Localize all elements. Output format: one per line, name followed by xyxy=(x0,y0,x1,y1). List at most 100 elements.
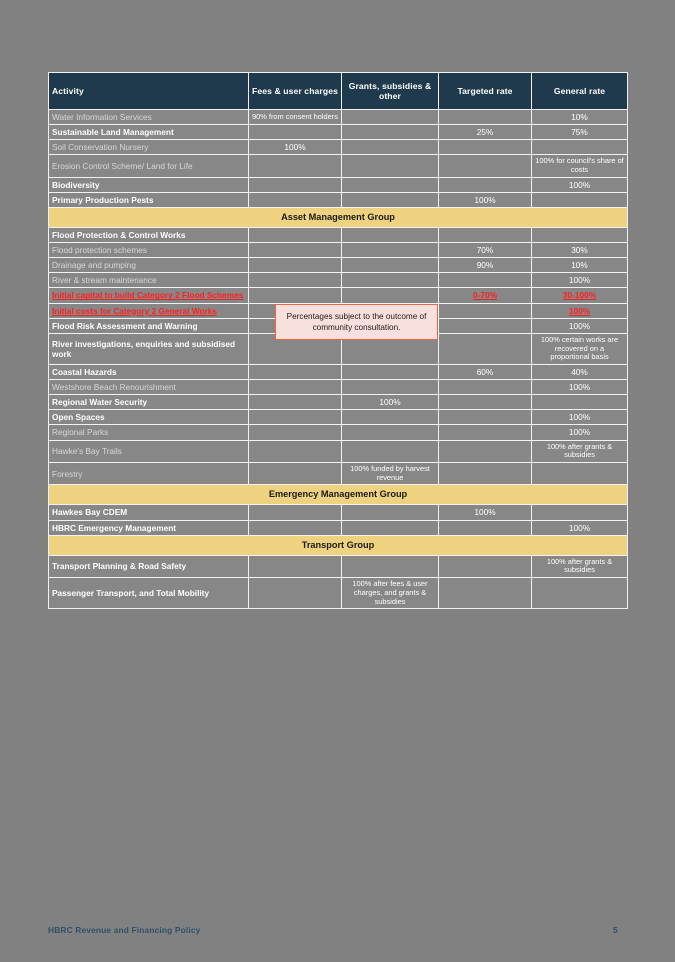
cell-targeted-rate xyxy=(438,154,532,178)
cell-activity: Transport Planning & Road Safety xyxy=(48,554,249,579)
table-row: Primary Production Pests 100% xyxy=(48,191,628,209)
cell-general-rate: 100% xyxy=(531,302,628,319)
cell-general-rate: 100% certain works are recovered on a pr… xyxy=(531,332,628,365)
cell-grants-subsidies xyxy=(341,363,439,381)
cell-grants-subsidies xyxy=(341,176,439,193)
cell-fees-user-charges xyxy=(248,363,342,381)
cell-targeted-rate: 60% xyxy=(438,363,532,381)
column-header-grants-subsidies: Grants, subsidies & other xyxy=(341,72,439,110)
cell-grants-subsidies xyxy=(341,554,439,579)
column-header-targeted-rate: Targeted rate xyxy=(438,72,532,110)
cell-grants-subsidies xyxy=(341,424,439,441)
cell-fees-user-charges xyxy=(248,287,342,304)
table-row: Coastal Hazards 60% 40% xyxy=(48,363,628,381)
consultation-callout-text: Percentages subject to the outcome of co… xyxy=(286,312,427,333)
cell-general-rate: 40% xyxy=(531,363,628,381)
cell-targeted-rate xyxy=(438,332,532,365)
cell-general-rate: 100% xyxy=(531,424,628,441)
cell-general-rate: 100% xyxy=(531,519,628,536)
cell-activity: Coastal Hazards xyxy=(48,363,249,381)
cell-activity: Open Spaces xyxy=(48,409,249,426)
cell-activity: Flood protection schemes xyxy=(48,242,249,259)
page-footer: HBRC Revenue and Financing Policy 5 xyxy=(0,925,675,947)
cell-grants-subsidies xyxy=(341,191,439,209)
cell-grants-subsidies xyxy=(341,154,439,178)
cell-general-rate xyxy=(531,461,628,486)
cell-activity: Forestry xyxy=(48,461,249,486)
cell-activity: Flood Protection & Control Works xyxy=(48,227,249,244)
cell-fees-user-charges xyxy=(248,504,342,521)
cell-general-rate: 100% xyxy=(531,272,628,289)
cell-targeted-rate xyxy=(438,227,532,244)
cell-fees-user-charges xyxy=(248,424,342,441)
cell-fees-user-charges xyxy=(248,554,342,579)
cell-targeted-rate: 100% xyxy=(438,504,532,521)
cell-targeted-rate xyxy=(438,424,532,441)
cell-activity: Hawkes Bay CDEM xyxy=(48,504,249,521)
cell-grants-subsidies xyxy=(341,139,439,156)
cell-activity: Soil Conservation Nursery xyxy=(48,139,249,156)
cell-activity: Regional Parks xyxy=(48,424,249,441)
group-title: Asset Management Group xyxy=(48,207,628,229)
cell-grants-subsidies xyxy=(341,287,439,304)
table-body: Water Information Services 90% from conse… xyxy=(48,108,628,610)
cell-fees-user-charges xyxy=(248,519,342,536)
cell-general-rate: 10% xyxy=(531,257,628,274)
table-group-row: Emergency Management Group xyxy=(48,484,628,506)
table-row: Regional Parks 100% xyxy=(48,424,628,441)
group-title: Transport Group xyxy=(48,534,628,556)
cell-general-rate: 100% xyxy=(531,379,628,396)
cell-general-rate: 100% after grants & subsidies xyxy=(531,554,628,579)
table-row: River & stream maintenance 100% xyxy=(48,272,628,289)
cell-targeted-rate xyxy=(438,519,532,536)
table-row: Biodiversity 100% xyxy=(48,176,628,193)
column-header-general-rate: General rate xyxy=(531,72,628,110)
cell-targeted-rate xyxy=(438,394,532,411)
cell-targeted-rate xyxy=(438,302,532,319)
table-row: Passenger Transport, and Total Mobility 1… xyxy=(48,577,628,610)
cell-fees-user-charges xyxy=(248,227,342,244)
funding-policy-table: Activity Fees & user charges Grants, sub… xyxy=(48,72,628,610)
cell-general-rate: 10% xyxy=(531,108,628,126)
cell-activity: Erosion Control Scheme/ Land for Life xyxy=(48,154,249,178)
cell-activity: Initial costs for Category 2 General Wor… xyxy=(48,302,249,319)
consultation-callout: Percentages subject to the outcome of co… xyxy=(275,304,438,341)
cell-activity: River & stream maintenance xyxy=(48,272,249,289)
cell-fees-user-charges: 100% xyxy=(248,139,342,156)
cell-fees-user-charges xyxy=(248,461,342,486)
cell-activity: Water Information Services xyxy=(48,108,249,126)
cell-activity: HBRC Emergency Management xyxy=(48,519,249,536)
cell-targeted-rate xyxy=(438,554,532,579)
cell-targeted-rate: 70% xyxy=(438,242,532,259)
cell-activity: Initial capital to build Category 2 Floo… xyxy=(48,287,249,304)
cell-general-rate: 100% xyxy=(531,317,628,334)
table-row: Drainage and pumping 90% 10% xyxy=(48,257,628,274)
cell-targeted-rate: 100% xyxy=(438,191,532,209)
cell-targeted-rate xyxy=(438,409,532,426)
cell-general-rate xyxy=(531,227,628,244)
cell-targeted-rate xyxy=(438,108,532,126)
cell-general-rate xyxy=(531,577,628,610)
column-header-activity: Activity xyxy=(48,72,249,110)
cell-fees-user-charges xyxy=(248,257,342,274)
cell-grants-subsidies xyxy=(341,227,439,244)
cell-fees-user-charges xyxy=(248,176,342,193)
cell-targeted-rate xyxy=(438,176,532,193)
cell-general-rate: 30% xyxy=(531,242,628,259)
table-row: Water Information Services 90% from conse… xyxy=(48,108,628,126)
cell-grants-subsidies xyxy=(341,519,439,536)
cell-grants-subsidies: 100% funded by harvest revenue xyxy=(341,461,439,486)
footer-document-title: HBRC Revenue and Financing Policy xyxy=(48,925,201,935)
table-group-row: Asset Management Group xyxy=(48,207,628,229)
table-row: Soil Conservation Nursery 100% xyxy=(48,139,628,156)
cell-general-rate: 100% xyxy=(531,409,628,426)
cell-grants-subsidies xyxy=(341,108,439,126)
table-row: Open Spaces 100% xyxy=(48,409,628,426)
table-row: Sustainable Land Management 25% 75% xyxy=(48,124,628,141)
cell-targeted-rate xyxy=(438,577,532,610)
table-row: Hawke's Bay Trails 100% after grants & su… xyxy=(48,439,628,464)
cell-fees-user-charges xyxy=(248,154,342,178)
cell-fees-user-charges xyxy=(248,439,342,464)
cell-grants-subsidies xyxy=(341,379,439,396)
table-row: Regional Water Security 100% xyxy=(48,394,628,411)
